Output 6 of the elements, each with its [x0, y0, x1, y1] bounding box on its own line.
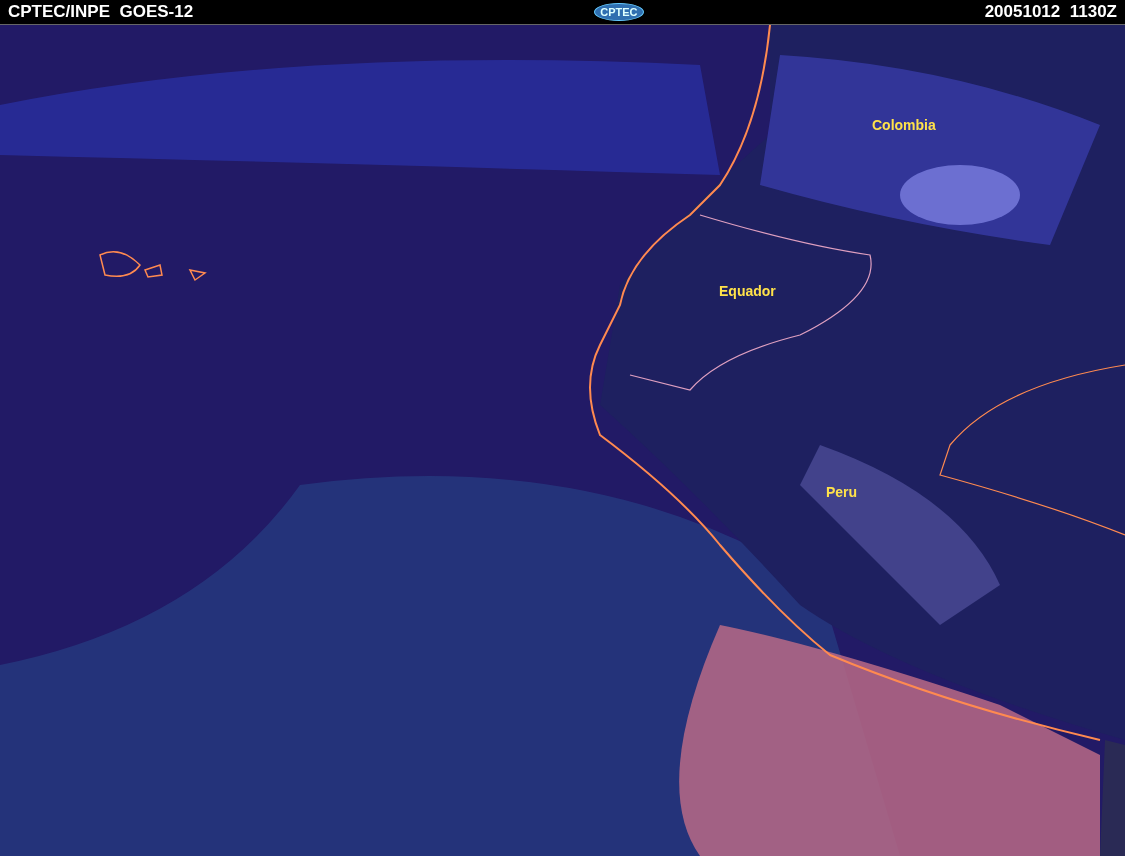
logo: CPTEC: [594, 3, 644, 21]
timestamp: 20051012 1130Z: [984, 2, 1117, 22]
country-label: Peru: [826, 484, 858, 500]
country-label: Colombia: [872, 117, 936, 133]
satellite-title: CPTEC/INPE GOES-12: [8, 2, 194, 22]
country-label: Equador: [719, 283, 776, 299]
